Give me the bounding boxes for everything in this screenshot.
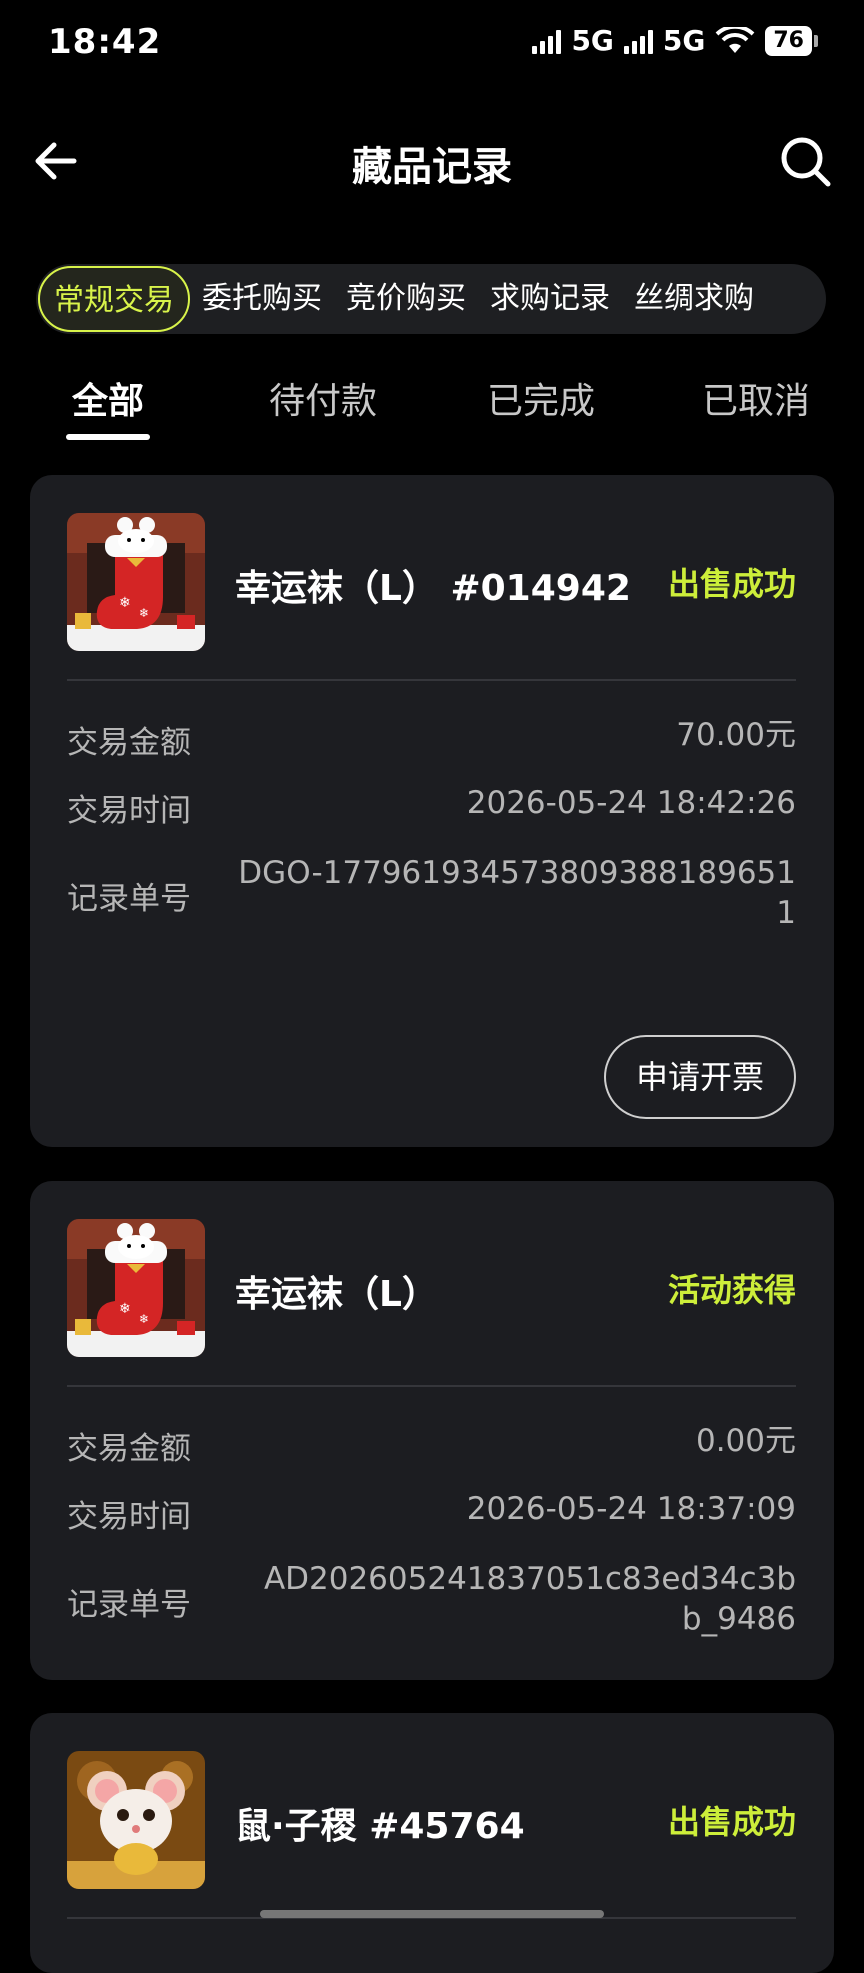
apply-invoice-button[interactable]: 申请开票 [604,1035,796,1119]
record-card[interactable]: ❄ ❄ 幸运袜（L） #014942 出售成功 交易金额 70.00元 交易时间… [30,475,834,1147]
tab-pending-payment[interactable]: 待付款 [248,372,398,424]
status-time: 18:42 [48,22,162,62]
time-value: 2026-05-24 18:37:09 [466,1491,796,1527]
record-status: 出售成功 [667,565,796,603]
network-label-2: 5G [662,24,706,57]
record-name: 幸运袜（L） #014942 [235,568,631,609]
status-tabs: 全部 待付款 已完成 已取消 [0,372,864,442]
status-icons: 5G 5G 76 [532,24,818,57]
pill-regular-trade[interactable]: 常规交易 [38,266,190,332]
svg-text:❄: ❄ [139,606,149,620]
network-label-1: 5G [571,24,614,57]
record-no-value: AD202605241837051c83ed34c3b b_9486 [264,1559,796,1639]
record-card[interactable]: ❄ ❄ 幸运袜（L） 活动获得 交易金额 0.00元 交易时间 2026-05-… [30,1181,834,1680]
divider [67,1385,796,1387]
wifi-icon [715,26,755,53]
record-no-label: 记录单号 [67,1587,191,1623]
divider [67,679,796,681]
svg-text:❄: ❄ [119,1301,131,1317]
amount-label: 交易金额 [67,725,191,761]
record-no-line1: DGO-177961934573809388189651 [238,855,796,891]
record-card[interactable]: 鼠·子稷 #45764 出售成功 [30,1713,834,1973]
svg-text:❄: ❄ [139,1312,149,1326]
amount-value: 0.00元 [695,1423,796,1459]
christmas-stocking-image: ❄ ❄ [67,1219,205,1357]
record-name: 鼠·子稷 #45764 [235,1806,525,1847]
time-value: 2026-05-24 18:42:26 [466,785,796,821]
battery-icon: 76 [765,25,818,56]
amount-label: 交易金额 [67,1431,191,1467]
svg-text:❄: ❄ [119,595,131,611]
tab-completed[interactable]: 已完成 [466,372,616,424]
record-no-value: DGO-177961934573809388189651 1 [238,853,796,933]
record-status: 活动获得 [667,1271,796,1309]
search-icon[interactable] [778,134,834,190]
tab-all[interactable]: 全部 [33,372,183,424]
record-name: 幸运袜（L） [235,1274,438,1315]
home-indicator [260,1910,604,1918]
christmas-stocking-image: ❄ ❄ [67,513,205,651]
time-label: 交易时间 [67,1499,191,1535]
golden-mouse-image [67,1751,205,1889]
amount-value: 70.00元 [676,717,796,753]
record-no-line2: 1 [776,895,796,931]
header: 藏品记录 [0,120,864,200]
signal-icon [532,28,562,54]
time-label: 交易时间 [67,793,191,829]
trade-type-pills: 常规交易 委托购买 竞价购买 求购记录 丝绸求购 [36,264,826,334]
tab-cancelled[interactable]: 已取消 [681,372,831,424]
record-no-line1: AD202605241837051c83ed34c3b [263,1561,796,1597]
record-no-label: 记录单号 [67,881,191,917]
pill-purchase-requests[interactable]: 求购记录 [478,266,622,332]
signal-icon-2 [623,28,653,54]
record-status: 出售成功 [667,1803,796,1841]
page-title: 藏品记录 [352,144,512,190]
record-no-line2: b_9486 [681,1601,796,1637]
pill-auction-purchase[interactable]: 竞价购买 [334,266,478,332]
status-bar: 18:42 5G 5G 76 [0,0,864,92]
pill-entrusted-purchase[interactable]: 委托购买 [190,266,334,332]
pill-silk-requests[interactable]: 丝绸求购 [622,266,766,332]
tab-underline [66,434,150,440]
